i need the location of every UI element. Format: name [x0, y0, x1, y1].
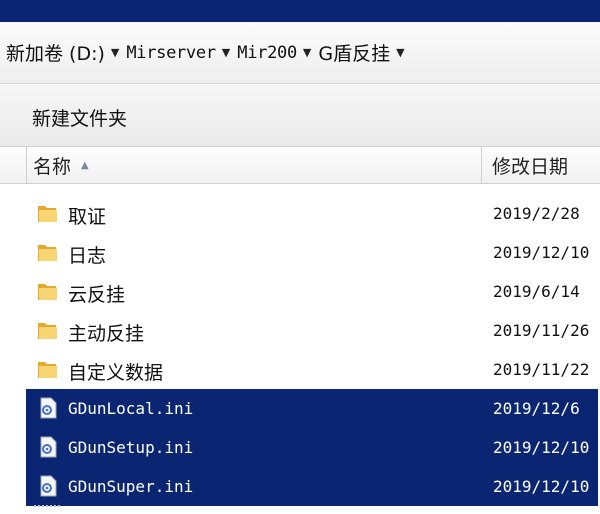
- window-title-bar: [0, 0, 600, 22]
- file-row-selected[interactable]: GDunSetup.ini 2019/12/10: [26, 428, 598, 467]
- file-date: 2019/2/28: [493, 204, 580, 223]
- file-date: 2019/12/10: [493, 243, 590, 262]
- name-column-header[interactable]: 名称 ▲: [26, 147, 482, 183]
- file-row[interactable]: 取证 2019/2/28: [0, 194, 600, 233]
- name-header-label: 名称: [33, 155, 72, 178]
- new-folder-button[interactable]: 新建文件夹: [32, 104, 127, 131]
- file-date: 2019/12/6: [493, 399, 580, 418]
- breadcrumb-label[interactable]: Mirserver: [126, 43, 216, 63]
- file-name: 自定义数据: [68, 362, 164, 384]
- breadcrumb-label[interactable]: Mir200: [237, 43, 297, 63]
- column-headers: 名称 ▲ 修改日期: [0, 146, 600, 184]
- partial-file-icon: [34, 505, 60, 514]
- breadcrumb-gdun[interactable]: G盾反挂 ▼: [318, 39, 411, 66]
- file-date: 2019/12/10: [493, 477, 590, 496]
- settings-file-icon: [40, 475, 57, 497]
- file-date: 2019/6/14: [493, 282, 580, 301]
- file-name: GDunSuper.ini: [68, 477, 194, 496]
- sort-ascending-icon: ▲: [81, 159, 89, 171]
- file-date: 2019/11/26: [493, 321, 590, 340]
- breadcrumb-mir200[interactable]: Mir200 ▼: [237, 43, 318, 63]
- file-name: GDunLocal.ini: [68, 399, 194, 418]
- address-bar[interactable]: 新加卷 (D:) ▼ Mirserver ▼ Mir200 ▼ G盾反挂 ▼: [0, 22, 600, 84]
- date-column-header[interactable]: 修改日期: [483, 147, 600, 183]
- file-name: GDunSetup.ini: [68, 438, 194, 457]
- breadcrumb-drive[interactable]: 新加卷 (D:) ▼: [6, 39, 126, 66]
- command-toolbar: 新建文件夹: [0, 84, 600, 146]
- folder-icon: [38, 323, 57, 339]
- file-name: 日志: [68, 245, 107, 267]
- chevron-down-icon[interactable]: ▼: [396, 46, 404, 59]
- file-date: 2019/11/22: [493, 360, 590, 379]
- file-row-selected[interactable]: GDunLocal.ini 2019/12/6: [26, 389, 598, 428]
- file-name: 主动反挂: [68, 323, 145, 345]
- date-header-label: 修改日期: [492, 155, 569, 178]
- settings-file-icon: [40, 436, 57, 458]
- file-name: 取证: [68, 206, 107, 228]
- file-row[interactable]: 日志 2019/12/10: [0, 233, 600, 272]
- file-row-selected[interactable]: GDunSuper.ini 2019/12/10: [26, 467, 598, 506]
- folder-icon: [38, 206, 57, 222]
- folder-icon: [38, 284, 57, 300]
- file-date: 2019/12/10: [493, 438, 590, 457]
- settings-file-icon: [40, 397, 57, 419]
- breadcrumb-label[interactable]: G盾反挂: [318, 39, 390, 66]
- chevron-down-icon[interactable]: ▼: [111, 46, 119, 59]
- file-row[interactable]: 主动反挂 2019/11/26: [0, 311, 600, 350]
- chevron-down-icon[interactable]: ▼: [303, 46, 311, 59]
- breadcrumb-mirserver[interactable]: Mirserver ▼: [126, 43, 237, 63]
- file-row[interactable]: 云反挂 2019/6/14: [0, 272, 600, 311]
- folder-icon: [38, 362, 57, 378]
- file-row[interactable]: 自定义数据 2019/11/22: [0, 350, 600, 389]
- breadcrumb-label[interactable]: 新加卷 (D:): [6, 39, 105, 66]
- chevron-down-icon[interactable]: ▼: [222, 46, 230, 59]
- folder-icon: [38, 245, 57, 261]
- file-name: 云反挂: [68, 284, 126, 306]
- file-list: 取证 2019/2/28 日志 2019/12/10 云反挂 2019/6/14…: [0, 194, 600, 506]
